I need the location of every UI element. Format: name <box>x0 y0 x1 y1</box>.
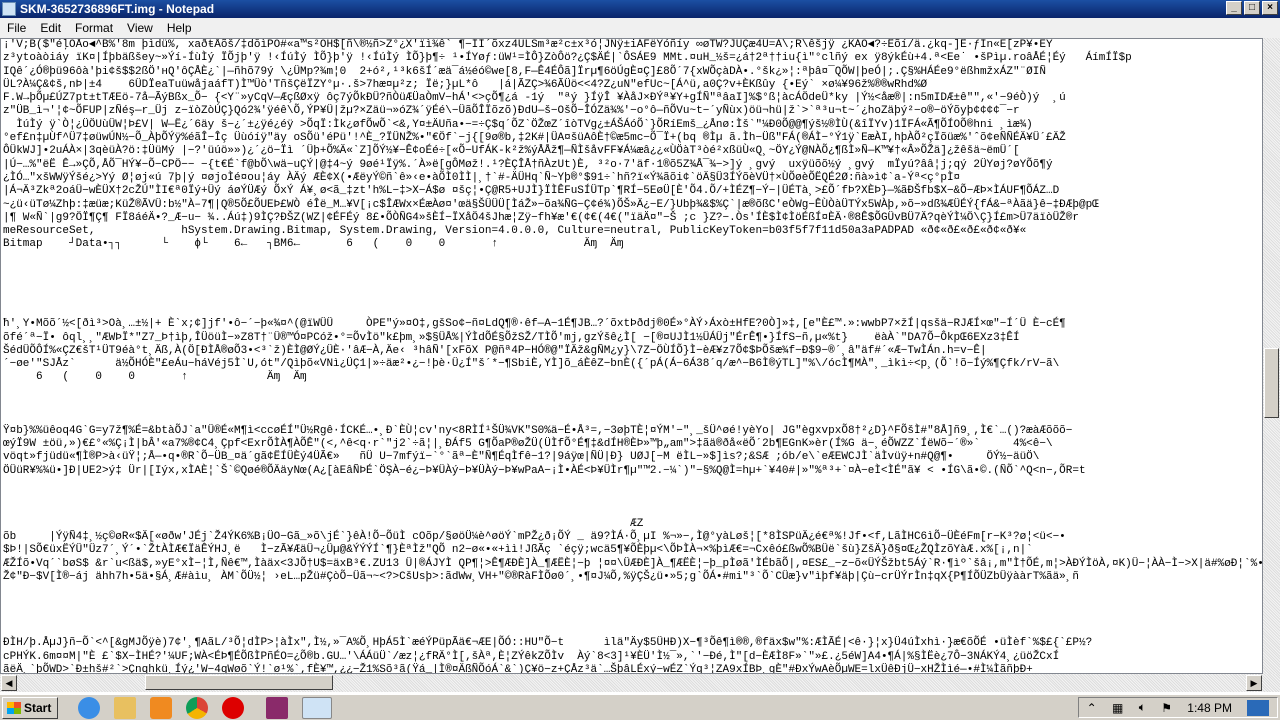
file-explorer-icon[interactable] <box>114 696 137 719</box>
clock[interactable]: 1:48 PM <box>1187 701 1232 715</box>
opera-icon[interactable] <box>222 696 245 719</box>
volume-icon[interactable]: 🔈︎ <box>1139 700 1146 715</box>
taskbar: Start ⌃ ▦ 🔈︎ ⚑ 1:48 PM <box>0 694 1280 720</box>
menu-file[interactable]: File <box>0 21 33 35</box>
menu-bar: File Edit Format View Help <box>0 18 1280 38</box>
title-bar: SKM-3652736896FT.img - Notepad _ □ × <box>0 0 1280 18</box>
winrar-icon[interactable] <box>266 696 289 719</box>
horizontal-scrollbar[interactable]: ◀ ▶ <box>0 674 1280 692</box>
network-warning-icon[interactable]: ▦ <box>1112 701 1123 715</box>
windows-logo-icon <box>7 701 21 714</box>
menu-help[interactable]: Help <box>160 21 199 35</box>
scroll-right-button[interactable]: ▶ <box>1246 675 1262 691</box>
action-center-flag-icon[interactable]: ⚑ <box>1161 701 1172 715</box>
start-label: Start <box>24 700 52 715</box>
show-desktop-button[interactable] <box>1247 699 1270 716</box>
notepad-icon <box>2 2 16 16</box>
close-button[interactable]: × <box>1262 1 1278 15</box>
scroll-left-button[interactable]: ◀ <box>1 675 17 691</box>
document-text[interactable]: ¡'V;B($"éļÕÅo◄^B%'8m þìdü%, xaðŧÅõš/‡dŏì… <box>1 39 1262 673</box>
text-editor[interactable]: ¡'V;B($"éļÕÅo◄^B%'8m þìdü%, xaðŧÅõš/‡dŏì… <box>0 38 1263 674</box>
menu-format[interactable]: Format <box>68 21 120 35</box>
chrome-icon[interactable] <box>186 696 209 719</box>
media-player-icon[interactable] <box>150 696 173 719</box>
maximize-button[interactable]: □ <box>1244 1 1260 15</box>
vertical-scrollbar[interactable] <box>1263 38 1280 674</box>
menu-edit[interactable]: Edit <box>33 21 68 35</box>
menu-view[interactable]: View <box>120 21 160 35</box>
horizontal-scroll-thumb[interactable] <box>145 675 333 690</box>
notepad-taskbar-button[interactable] <box>302 696 333 719</box>
window-title: SKM-3652736896FT.img - Notepad <box>20 2 215 16</box>
vertical-scroll-thumb[interactable] <box>1264 348 1279 418</box>
show-hidden-icons-icon[interactable]: ⌃ <box>1087 701 1097 715</box>
internet-explorer-icon[interactable] <box>78 696 101 719</box>
system-tray: ⌃ ▦ 🔈︎ ⚑ 1:48 PM <box>1078 697 1278 718</box>
minimize-button[interactable]: _ <box>1226 1 1242 15</box>
start-button[interactable]: Start <box>2 696 59 719</box>
